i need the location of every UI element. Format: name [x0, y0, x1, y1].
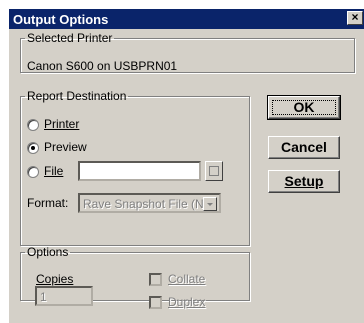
duplex-checkbox-option[interactable]: Duplex	[149, 295, 229, 311]
preview-radio-label: Preview	[44, 140, 87, 154]
duplex-checkbox[interactable]	[149, 296, 162, 309]
format-label: Format:	[27, 196, 69, 210]
file-path-input[interactable]	[78, 161, 201, 181]
printer-radio[interactable]	[27, 119, 39, 131]
radio-selected-dot	[31, 146, 35, 150]
copies-value: 1	[40, 290, 47, 304]
cancel-button[interactable]: Cancel	[268, 136, 340, 159]
close-button[interactable]: ×	[347, 11, 363, 25]
collate-label: Collate	[168, 272, 206, 286]
file-radio[interactable]	[27, 166, 39, 178]
preview-radio-option[interactable]: Preview	[27, 140, 127, 156]
title-bar[interactable]: Output Options ×	[9, 9, 364, 29]
selected-printer-group: Selected Printer Canon S600 on USBPRN01	[20, 31, 355, 73]
floppy-disk-icon	[209, 166, 219, 176]
file-radio-label: File	[44, 164, 64, 178]
window-title: Output Options	[13, 12, 109, 27]
copies-label: Copies	[36, 272, 74, 286]
duplex-label: Duplex	[168, 295, 206, 309]
copies-input[interactable]: 1	[35, 286, 93, 306]
selected-printer-legend: Selected Printer	[27, 31, 113, 45]
selected-printer-value: Canon S600 on USBPRN01	[27, 59, 178, 73]
collate-checkbox[interactable]	[149, 273, 162, 286]
options-legend: Options	[27, 245, 69, 259]
printer-radio-label: Printer	[44, 117, 80, 131]
format-select[interactable]: Rave Snapshot File (ND	[78, 193, 221, 213]
browse-file-button[interactable]	[205, 161, 223, 181]
setup-button-label: Setup	[284, 173, 324, 189]
file-radio-option[interactable]: File	[27, 164, 77, 180]
report-destination-legend: Report Destination	[27, 89, 127, 103]
preview-radio[interactable]	[27, 142, 39, 154]
focus-rectangle	[272, 100, 336, 115]
cancel-button-label: Cancel	[281, 139, 327, 155]
printer-radio-option[interactable]: Printer	[27, 117, 127, 133]
collate-checkbox-option[interactable]: Collate	[149, 272, 229, 288]
format-select-value: Rave Snapshot File (ND	[83, 197, 203, 211]
report-destination-group: Report Destination Printer Preview File …	[20, 89, 250, 246]
setup-button[interactable]: Setup	[268, 170, 340, 193]
chevron-down-icon[interactable]	[203, 197, 217, 211]
output-options-dialog: Output Options × Selected Printer Canon …	[8, 8, 364, 323]
options-group: Options Copies 1 Collate Duplex	[20, 245, 250, 309]
ok-button[interactable]: OK	[267, 95, 341, 120]
close-icon: ×	[351, 10, 359, 24]
